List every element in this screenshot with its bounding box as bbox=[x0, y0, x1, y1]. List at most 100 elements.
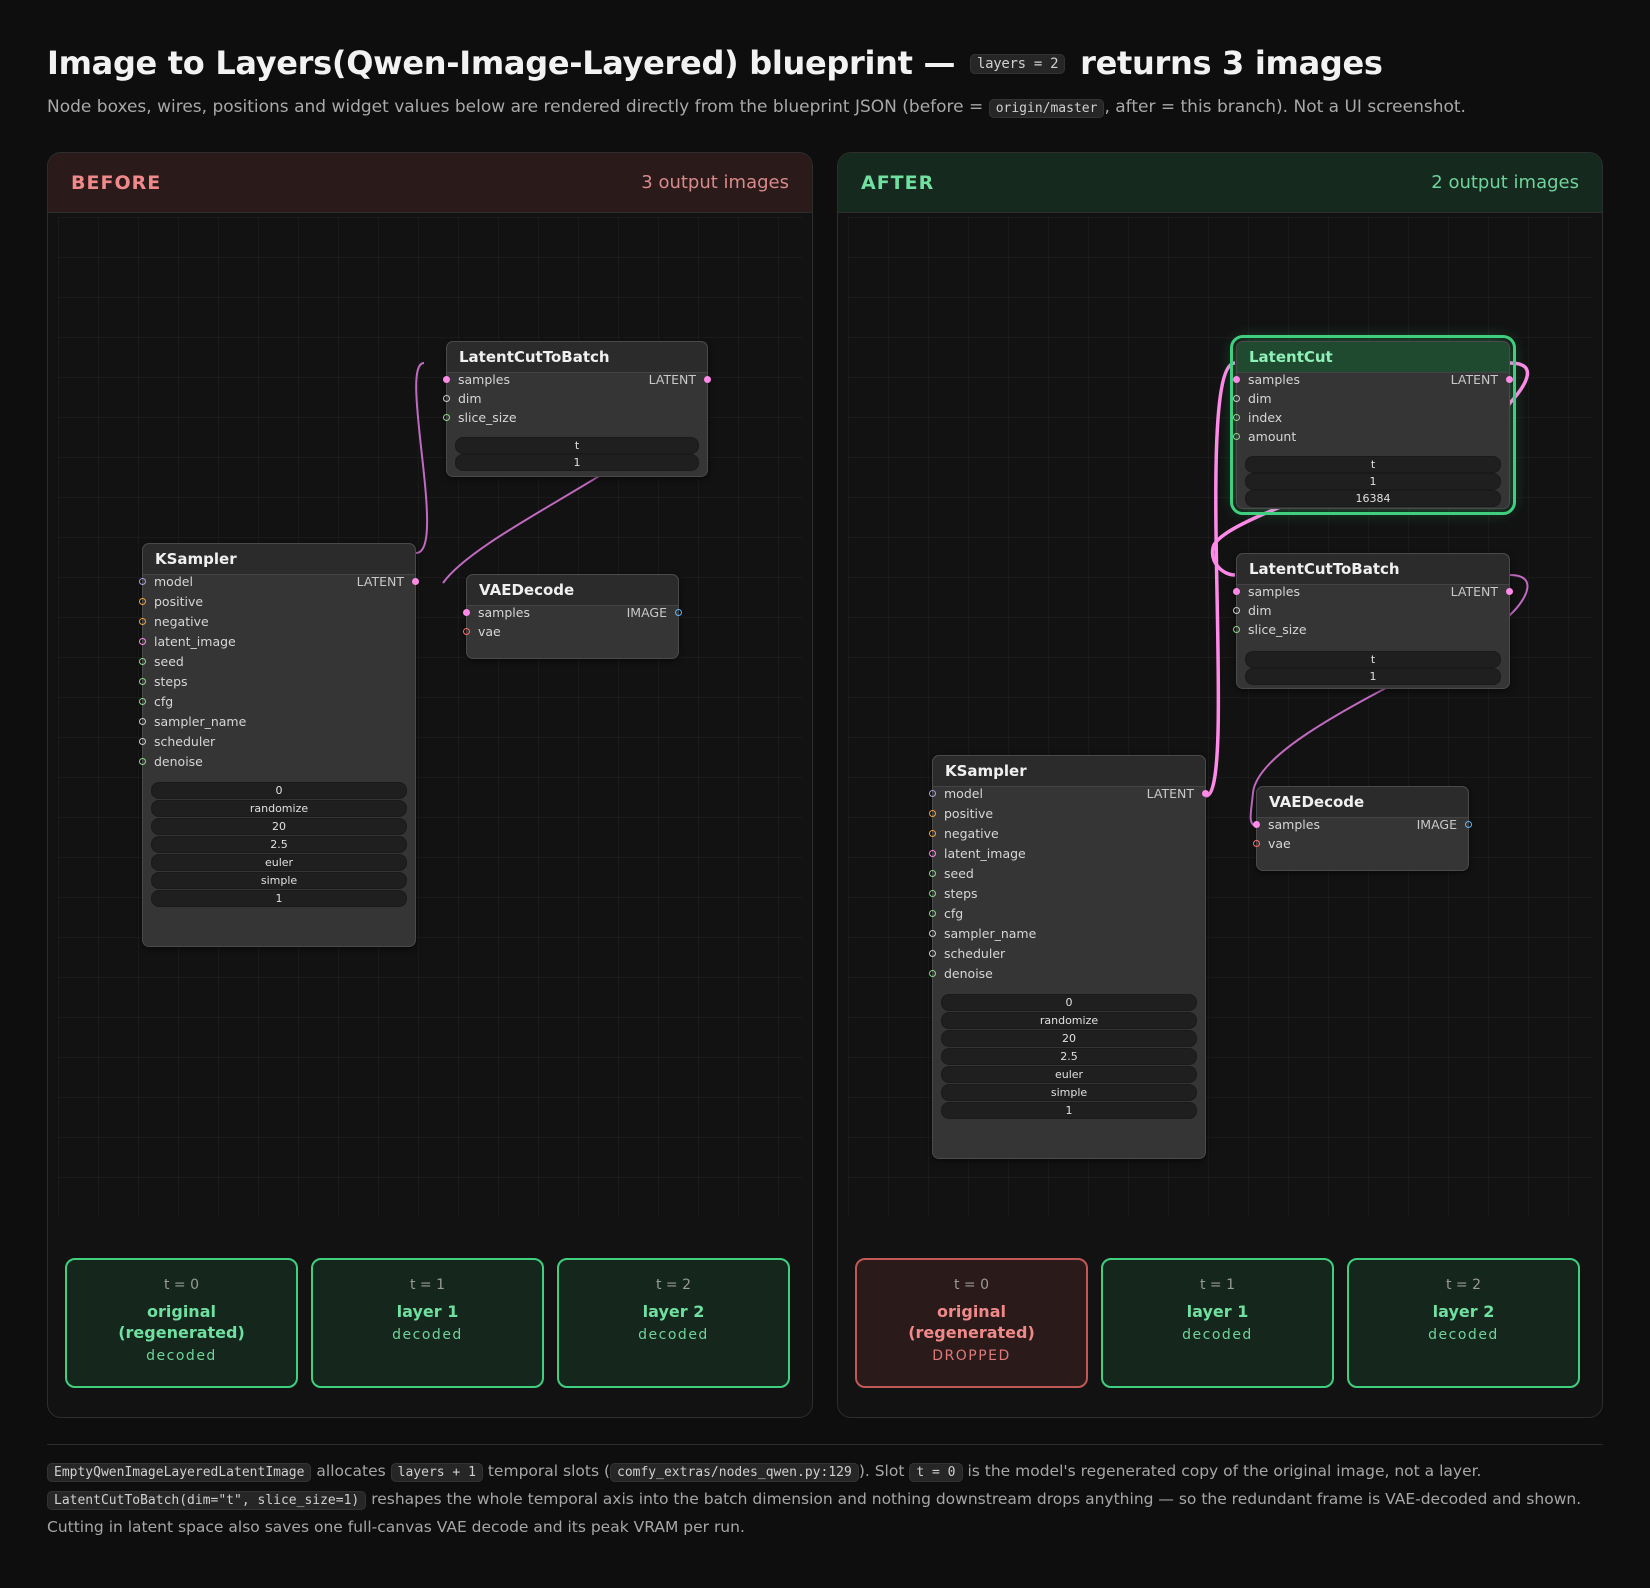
slot-dot-combo[interactable] bbox=[929, 930, 936, 937]
input-negative[interactable]: negative bbox=[139, 612, 209, 632]
input-samples[interactable]: samples bbox=[1233, 582, 1300, 602]
input-steps[interactable]: steps bbox=[929, 884, 978, 904]
output-latent[interactable]: LATENT bbox=[1147, 784, 1209, 804]
input-steps[interactable]: steps bbox=[139, 672, 188, 692]
widget-control-after-generate[interactable]: randomize bbox=[151, 800, 407, 817]
input-positive[interactable]: positive bbox=[139, 592, 203, 612]
slot-dot-latent[interactable] bbox=[929, 850, 936, 857]
input-vae[interactable]: vae bbox=[463, 622, 501, 642]
widget-steps[interactable]: 20 bbox=[151, 818, 407, 835]
after-node-latent-cut-to-batch[interactable]: LatentCutToBatch samples LATENT dim slic… bbox=[1233, 553, 1513, 689]
slot-dot-number[interactable] bbox=[929, 970, 936, 977]
input-latent-image[interactable]: latent_image bbox=[929, 844, 1026, 864]
input-dim[interactable]: dim bbox=[1233, 601, 1272, 621]
after-node-latent-cut[interactable]: LatentCut samples LATENT dim index amoun… bbox=[1230, 335, 1516, 515]
input-cfg[interactable]: cfg bbox=[929, 904, 963, 924]
slot-dot-conditioning[interactable] bbox=[139, 598, 146, 605]
input-denoise[interactable]: denoise bbox=[139, 752, 203, 772]
slot-dot-combo[interactable] bbox=[1233, 395, 1240, 402]
slot-dot-latent[interactable] bbox=[412, 578, 419, 585]
before-node-vae-decode[interactable]: VAEDecode samples IMAGE vae bbox=[463, 574, 682, 659]
after-node-ksampler[interactable]: KSampler model LATENT positive negative … bbox=[929, 755, 1209, 1159]
widget-scheduler[interactable]: simple bbox=[941, 1084, 1197, 1101]
slot-dot-number[interactable] bbox=[1233, 433, 1240, 440]
input-cfg[interactable]: cfg bbox=[139, 692, 173, 712]
after-node-vae-decode[interactable]: VAEDecode samples IMAGE vae bbox=[1253, 786, 1472, 871]
slot-dot-number[interactable] bbox=[929, 870, 936, 877]
widget-sampler-name[interactable]: euler bbox=[941, 1066, 1197, 1083]
output-image[interactable]: IMAGE bbox=[1417, 815, 1472, 835]
slot-dot-conditioning[interactable] bbox=[929, 830, 936, 837]
input-index[interactable]: index bbox=[1233, 408, 1282, 428]
slot-dot-vae[interactable] bbox=[463, 628, 470, 635]
slot-dot-model[interactable] bbox=[139, 578, 146, 585]
slot-dot-combo[interactable] bbox=[139, 718, 146, 725]
output-image[interactable]: IMAGE bbox=[627, 603, 682, 623]
slot-dot-combo[interactable] bbox=[929, 950, 936, 957]
widget-scheduler[interactable]: simple bbox=[151, 872, 407, 889]
input-samples[interactable]: samples bbox=[443, 370, 510, 390]
slot-dot-latent[interactable] bbox=[704, 376, 711, 383]
slot-dot-combo[interactable] bbox=[139, 738, 146, 745]
widget-cfg[interactable]: 2.5 bbox=[941, 1048, 1197, 1065]
widget-amount[interactable]: 16384 bbox=[1245, 490, 1501, 507]
slot-dot-latent[interactable] bbox=[1233, 376, 1240, 383]
slot-dot-image[interactable] bbox=[1465, 821, 1472, 828]
before-node-ksampler[interactable]: KSampler model LATENT positive negative … bbox=[139, 543, 419, 947]
slot-dot-number[interactable] bbox=[139, 758, 146, 765]
input-negative[interactable]: negative bbox=[929, 824, 999, 844]
input-dim[interactable]: dim bbox=[443, 389, 482, 409]
slot-dot-combo[interactable] bbox=[1233, 607, 1240, 614]
slot-dot-latent[interactable] bbox=[1506, 376, 1513, 383]
output-latent[interactable]: LATENT bbox=[357, 572, 419, 592]
input-slice-size[interactable]: slice_size bbox=[443, 408, 517, 428]
input-amount[interactable]: amount bbox=[1233, 427, 1296, 447]
slot-dot-latent[interactable] bbox=[1253, 821, 1260, 828]
slot-dot-number[interactable] bbox=[1233, 414, 1240, 421]
slot-dot-latent[interactable] bbox=[463, 609, 470, 616]
input-samples[interactable]: samples bbox=[1253, 815, 1320, 835]
slot-dot-latent[interactable] bbox=[1233, 588, 1240, 595]
input-model[interactable]: model bbox=[139, 572, 193, 592]
input-latent-image[interactable]: latent_image bbox=[139, 632, 236, 652]
input-seed[interactable]: seed bbox=[139, 652, 184, 672]
input-model[interactable]: model bbox=[929, 784, 983, 804]
widget-slice-size[interactable]: 1 bbox=[455, 454, 699, 471]
input-seed[interactable]: seed bbox=[929, 864, 974, 884]
slot-dot-number[interactable] bbox=[139, 698, 146, 705]
output-latent[interactable]: LATENT bbox=[649, 370, 711, 390]
widget-cfg[interactable]: 2.5 bbox=[151, 836, 407, 853]
input-sampler-name[interactable]: sampler_name bbox=[929, 924, 1036, 944]
widget-denoise[interactable]: 1 bbox=[151, 890, 407, 907]
input-positive[interactable]: positive bbox=[929, 804, 993, 824]
slot-dot-latent[interactable] bbox=[139, 638, 146, 645]
input-dim[interactable]: dim bbox=[1233, 389, 1272, 409]
input-scheduler[interactable]: scheduler bbox=[929, 944, 1005, 964]
slot-dot-number[interactable] bbox=[1233, 626, 1240, 633]
input-vae[interactable]: vae bbox=[1253, 834, 1291, 854]
output-latent[interactable]: LATENT bbox=[1451, 370, 1513, 390]
widget-sampler-name[interactable]: euler bbox=[151, 854, 407, 871]
widget-dim[interactable]: t bbox=[455, 437, 699, 454]
output-latent[interactable]: LATENT bbox=[1451, 582, 1513, 602]
slot-dot-latent[interactable] bbox=[1202, 790, 1209, 797]
slot-dot-model[interactable] bbox=[929, 790, 936, 797]
input-samples[interactable]: samples bbox=[1233, 370, 1300, 390]
widget-slice-size[interactable]: 1 bbox=[1245, 668, 1501, 685]
widget-seed[interactable]: 0 bbox=[941, 994, 1197, 1011]
slot-dot-conditioning[interactable] bbox=[929, 810, 936, 817]
input-samples[interactable]: samples bbox=[463, 603, 530, 623]
slot-dot-latent[interactable] bbox=[443, 376, 450, 383]
slot-dot-vae[interactable] bbox=[1253, 840, 1260, 847]
input-denoise[interactable]: denoise bbox=[929, 964, 993, 984]
input-scheduler[interactable]: scheduler bbox=[139, 732, 215, 752]
slot-dot-number[interactable] bbox=[929, 890, 936, 897]
slot-dot-latent[interactable] bbox=[1506, 588, 1513, 595]
widget-index[interactable]: 1 bbox=[1245, 473, 1501, 490]
slot-dot-number[interactable] bbox=[139, 678, 146, 685]
slot-dot-number[interactable] bbox=[443, 414, 450, 421]
slot-dot-conditioning[interactable] bbox=[139, 618, 146, 625]
before-node-latent-cut-to-batch[interactable]: LatentCutToBatch samples LATENT dim slic… bbox=[443, 341, 711, 477]
input-sampler-name[interactable]: sampler_name bbox=[139, 712, 246, 732]
slot-dot-number[interactable] bbox=[929, 910, 936, 917]
